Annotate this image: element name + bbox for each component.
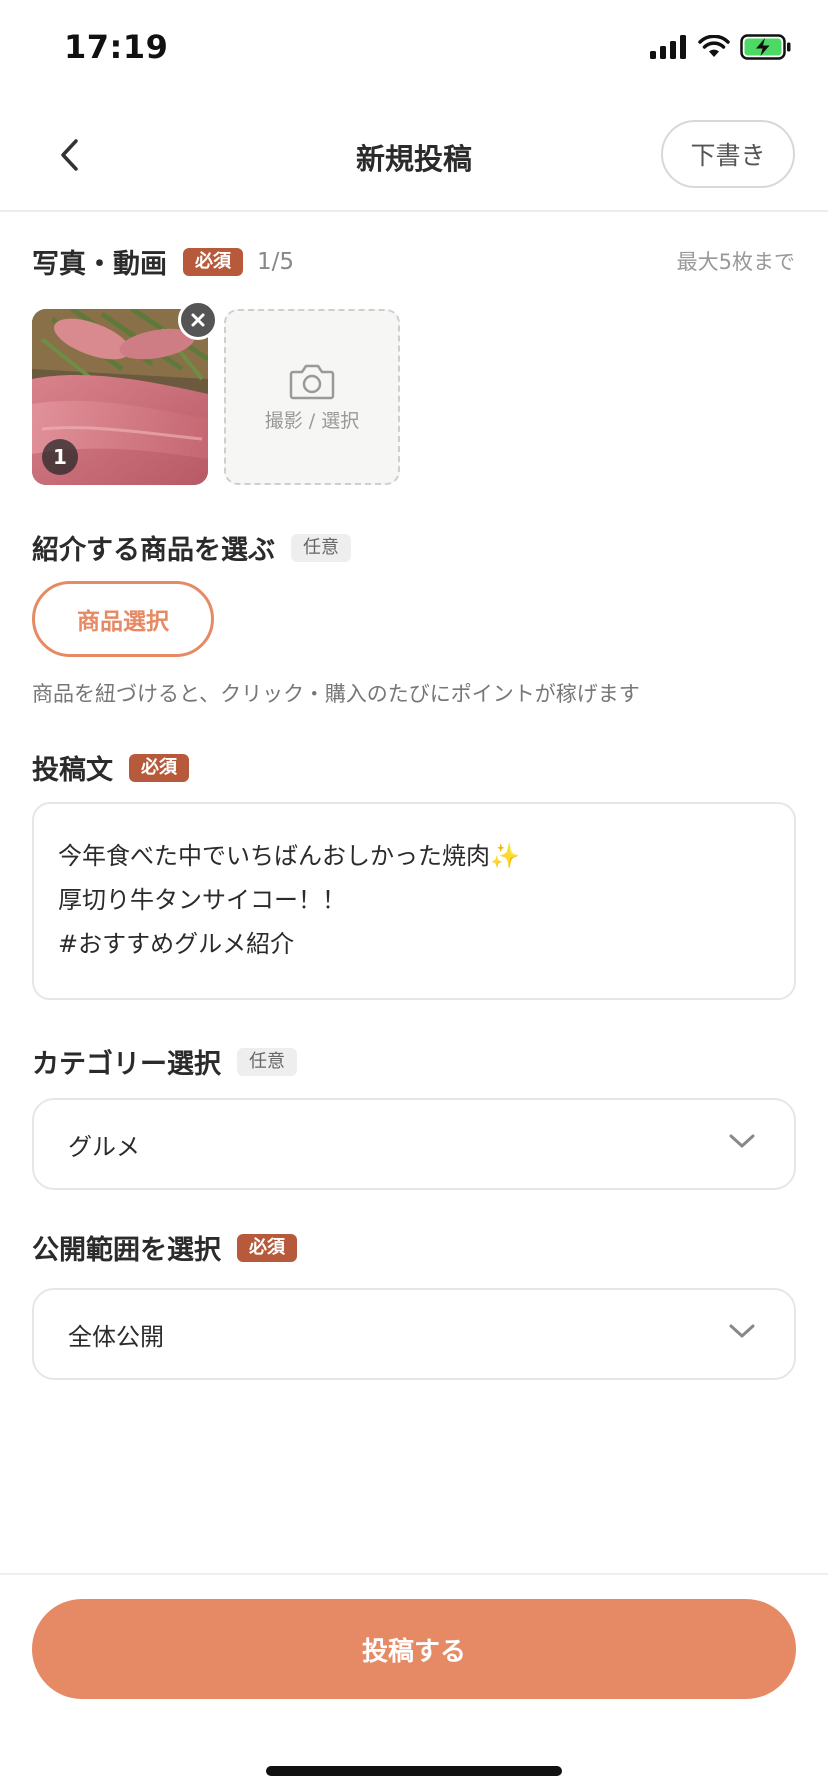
category-select[interactable]: グルメ bbox=[32, 1098, 796, 1190]
optional-badge: 任意 bbox=[291, 533, 351, 562]
post-text-line: #おすすめグルメ紹介 bbox=[58, 930, 295, 958]
post-text-section-header: 投稿文 必須 bbox=[32, 748, 189, 787]
post-text-field[interactable]: 今年食べた中でいちばんおしかった焼肉✨ 厚切り牛タンサイコー！！ #おすすめグル… bbox=[32, 802, 796, 1000]
close-icon bbox=[191, 313, 205, 327]
visibility-section-label: 公開範囲を選択 bbox=[32, 1235, 221, 1266]
required-badge: 必須 bbox=[129, 753, 189, 782]
signal-icon bbox=[650, 35, 686, 59]
post-text-line: 厚切り牛タンサイコー！！ bbox=[58, 886, 346, 914]
add-photo-button[interactable]: 撮影 / 選択 bbox=[224, 309, 400, 485]
camera-icon bbox=[289, 364, 335, 399]
product-helper-text: 商品を紐づけると、クリック・購入のたびにポイントが稼げます bbox=[32, 682, 640, 706]
photo-thumbnail[interactable]: 1 bbox=[32, 309, 208, 485]
post-text-section-label: 投稿文 bbox=[32, 755, 113, 786]
category-section-header: カテゴリー選択 任意 bbox=[32, 1042, 297, 1081]
select-product-button[interactable]: 商品選択 bbox=[32, 581, 214, 657]
photo-section-header: 写真・動画 必須 1/5 bbox=[32, 242, 294, 281]
chevron-down-icon bbox=[729, 1324, 755, 1338]
required-badge: 必須 bbox=[237, 1233, 297, 1262]
photo-max-note: 最大5枚まで bbox=[676, 250, 795, 274]
category-select-value: グルメ bbox=[68, 1132, 140, 1161]
remove-photo-button[interactable] bbox=[178, 300, 218, 340]
save-draft-button[interactable]: 下書き bbox=[661, 120, 795, 188]
home-indicator bbox=[266, 1766, 562, 1776]
visibility-select[interactable]: 全体公開 bbox=[32, 1288, 796, 1380]
product-section-label: 紹介する商品を選ぶ bbox=[32, 535, 275, 566]
add-photo-label: 撮影 / 選択 bbox=[264, 409, 360, 432]
chevron-down-icon bbox=[729, 1134, 755, 1148]
photo-count: 1/5 bbox=[257, 248, 295, 275]
battery-charging-icon bbox=[740, 34, 791, 60]
bottom-divider bbox=[0, 1573, 828, 1575]
photo-index-badge: 1 bbox=[42, 439, 78, 475]
required-badge: 必須 bbox=[183, 247, 243, 276]
visibility-section-header: 公開範囲を選択 必須 bbox=[32, 1228, 297, 1267]
post-text-line: 今年食べた中でいちばんおしかった焼肉✨ bbox=[58, 842, 520, 870]
optional-badge: 任意 bbox=[237, 1047, 297, 1076]
visibility-select-value: 全体公開 bbox=[68, 1322, 164, 1351]
navigation-bar: 新規投稿 下書き bbox=[0, 100, 828, 212]
wifi-icon bbox=[698, 35, 730, 57]
status-icons bbox=[650, 34, 792, 60]
status-bar: 17:19 bbox=[0, 0, 828, 100]
category-section-label: カテゴリー選択 bbox=[32, 1049, 221, 1080]
status-time: 17:19 bbox=[64, 28, 169, 66]
photo-section-label: 写真・動画 bbox=[32, 249, 167, 280]
submit-post-button[interactable]: 投稿する bbox=[32, 1599, 796, 1699]
product-section-header: 紹介する商品を選ぶ 任意 bbox=[32, 528, 351, 567]
